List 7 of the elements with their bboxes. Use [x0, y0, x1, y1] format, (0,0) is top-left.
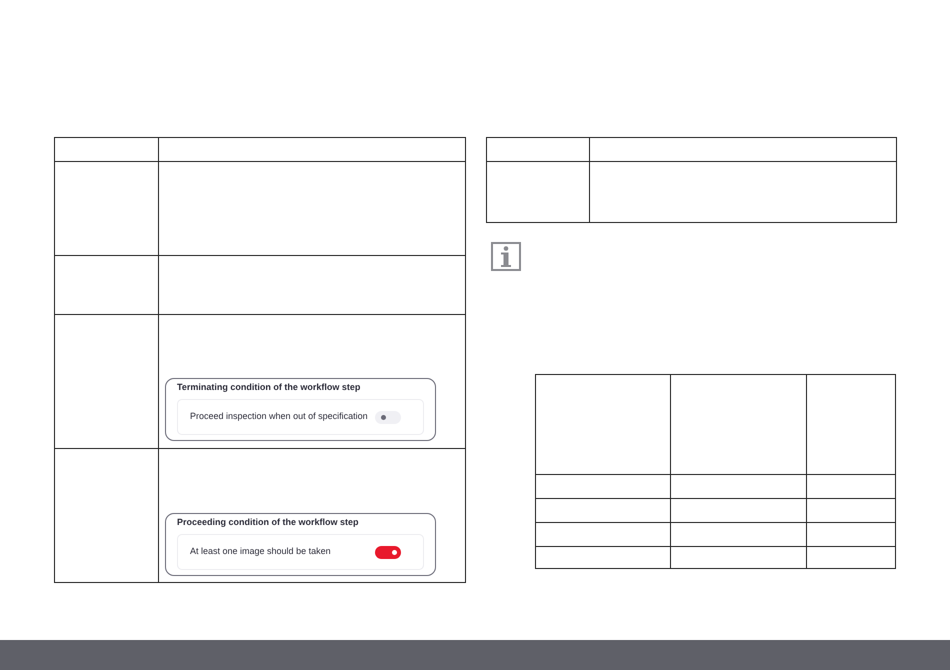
panel-title: Proceeding condition of the workflow step — [177, 516, 360, 529]
option-label: At least one image should be taken — [190, 545, 331, 558]
option-label: Proceed inspection when out of specification — [190, 410, 368, 424]
toggle-switch[interactable] — [375, 546, 401, 558]
info-icon — [491, 242, 521, 271]
panel-title: Terminating condition of the workflow step — [177, 381, 362, 394]
toggle-switch[interactable] — [375, 410, 401, 424]
